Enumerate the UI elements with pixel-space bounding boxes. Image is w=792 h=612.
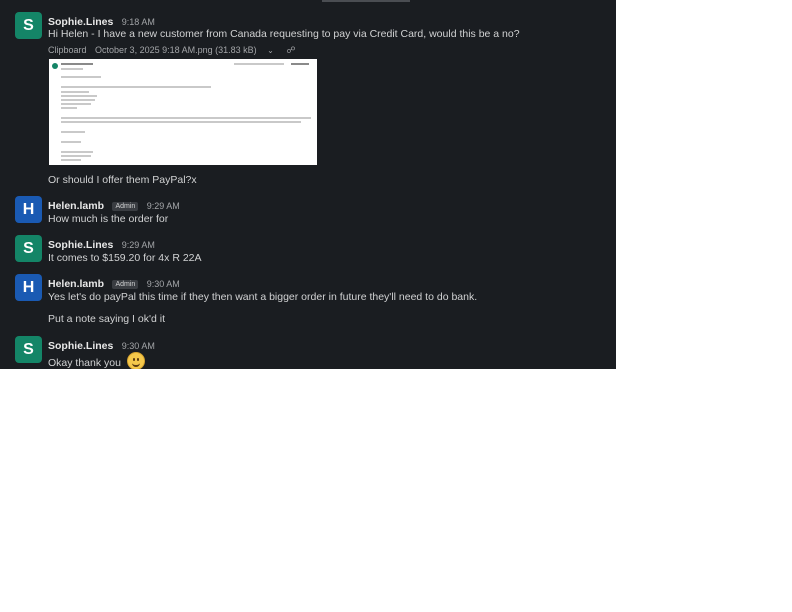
scroll-indicator[interactable] xyxy=(322,0,410,2)
message-text: It comes to $159.20 for 4x R 22A xyxy=(48,252,202,264)
avatar[interactable]: S xyxy=(15,12,42,39)
timestamp[interactable]: 9:30 AM xyxy=(147,279,180,289)
message-header: Sophie.Lines 9:18 AM xyxy=(48,12,155,28)
chat-message-pane: S Sophie.Lines 9:18 AM Hi Helen - I have… xyxy=(0,0,616,369)
admin-badge: Admin xyxy=(112,280,139,289)
message-header: Helen.lamb Admin 9:29 AM xyxy=(48,196,180,212)
message-text: Yes let's do payPal this time if they th… xyxy=(48,291,478,303)
avatar[interactable]: H xyxy=(15,274,42,301)
admin-badge: Admin xyxy=(112,202,139,211)
email-sender-dot xyxy=(52,63,58,69)
timestamp[interactable]: 9:29 AM xyxy=(147,201,180,211)
link-icon[interactable]: ☍ xyxy=(286,45,295,55)
timestamp[interactable]: 9:18 AM xyxy=(122,17,155,27)
author-name[interactable]: Helen.lamb xyxy=(48,278,104,290)
message-text: How much is the order for xyxy=(48,213,169,225)
author-name[interactable]: Sophie.Lines xyxy=(48,16,113,28)
message-text: Put a note saying I ok'd it xyxy=(48,313,165,325)
message-text: Okay thank you xyxy=(48,357,121,369)
attachment-filename[interactable]: October 3, 2025 9:18 AM.png (31.83 kB) xyxy=(95,45,257,55)
avatar[interactable]: H xyxy=(15,196,42,223)
attachment-image[interactable] xyxy=(49,59,317,165)
avatar[interactable]: S xyxy=(15,235,42,262)
author-name[interactable]: Helen.lamb xyxy=(48,200,104,212)
author-name[interactable]: Sophie.Lines xyxy=(48,239,113,251)
attachment-meta: Clipboard October 3, 2025 9:18 AM.png (3… xyxy=(48,45,296,56)
message-header: Sophie.Lines 9:30 AM xyxy=(48,336,155,352)
message-header: Helen.lamb Admin 9:30 AM xyxy=(48,274,180,290)
avatar[interactable]: S xyxy=(15,336,42,363)
timestamp[interactable]: 9:29 AM xyxy=(122,240,155,250)
slightly-smiling-face-icon[interactable] xyxy=(126,352,145,369)
author-name[interactable]: Sophie.Lines xyxy=(48,340,113,352)
message-header: Sophie.Lines 9:29 AM xyxy=(48,235,155,251)
message-line: Okay thank you xyxy=(48,352,145,369)
chevron-down-icon[interactable]: ⌄ xyxy=(267,46,274,55)
message-text: Hi Helen - I have a new customer from Ca… xyxy=(48,28,520,40)
attachment-source: Clipboard xyxy=(48,45,87,55)
timestamp[interactable]: 9:30 AM xyxy=(122,341,155,351)
message-text: Or should I offer them PayPal?x xyxy=(48,174,197,186)
